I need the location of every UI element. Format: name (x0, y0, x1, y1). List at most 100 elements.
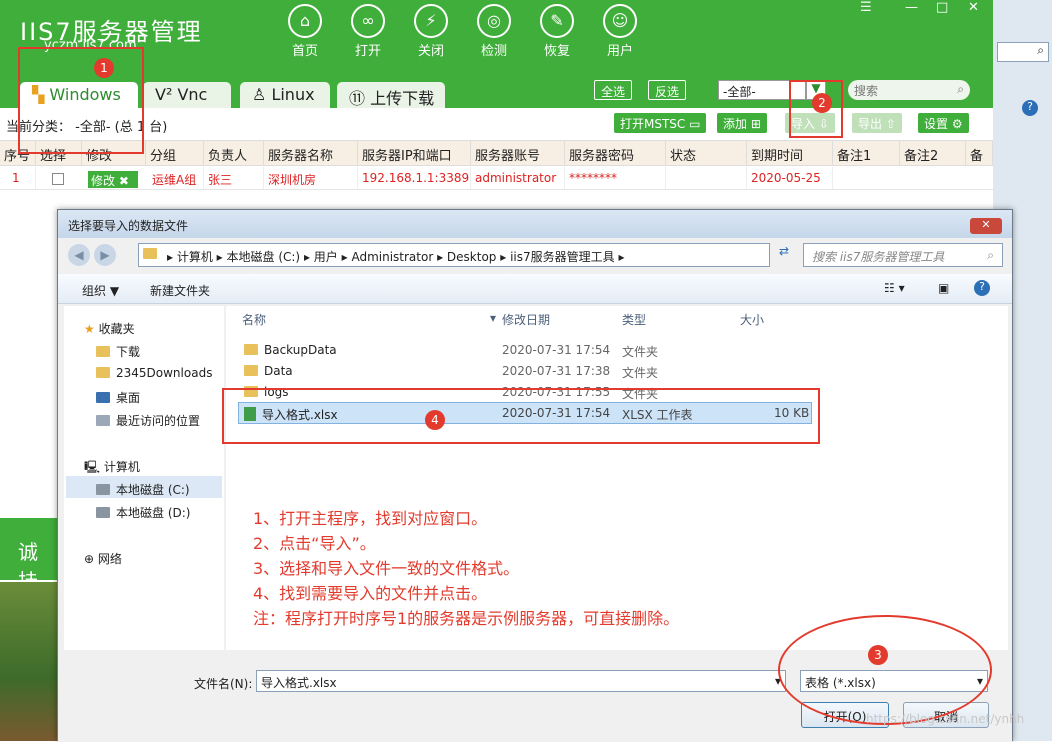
back-icon[interactable]: ◀ (68, 244, 90, 266)
invert-selection-button[interactable]: 反选 (648, 80, 687, 100)
filename-input[interactable]: 导入格式.xlsx ▾ (256, 670, 786, 692)
col-server-name: 服务器名称 (264, 140, 358, 166)
home-icon: ⌂ (288, 4, 322, 38)
network-icon: ⊕ (84, 552, 95, 566)
wrench-icon: ✖ (118, 174, 129, 188)
view-options-icon[interactable]: ☷ ▾ (884, 281, 905, 295)
col-name-header[interactable]: 名称 ▾ (242, 311, 496, 328)
dialog-close-button[interactable]: ✕ (970, 218, 1002, 234)
cell-index: 1 (8, 167, 36, 189)
row-edit-button[interactable]: 修改 ✖ (88, 171, 138, 188)
forward-icon[interactable]: ▶ (94, 244, 116, 266)
col-note3: 备注 (966, 140, 993, 166)
folder-icon (96, 367, 110, 378)
annotation-box-4 (222, 388, 820, 444)
toolbar-home-button[interactable]: ⌂ 首页 (275, 4, 335, 60)
watermark: https://blog.csdn.net/ynhh (866, 712, 1025, 726)
nav-2345downloads[interactable]: 2345Downloads (96, 366, 212, 380)
nav-downloads[interactable]: 下载 (96, 343, 140, 360)
col-status: 状态 (666, 140, 747, 166)
linux-icon: ♙ (252, 85, 267, 104)
tab-upload-download[interactable]: ⑪ 上传下载 (337, 82, 445, 108)
col-type-header[interactable]: 类型 (622, 311, 646, 328)
cell-status (666, 167, 747, 189)
folder-icon (96, 346, 110, 357)
annotation-badge-4: 4 (425, 410, 445, 430)
cell-group: 运维A组 (148, 167, 204, 189)
side-banner: 诚 挂 (0, 518, 58, 593)
gear-icon: ⚙ (951, 117, 963, 131)
close-icon[interactable]: ✕ (968, 0, 979, 15)
maximize-icon[interactable]: □ (936, 0, 948, 15)
export-button[interactable]: 导出 ⇧ (852, 113, 902, 133)
menu-icon[interactable]: ☰ (860, 0, 872, 15)
select-all-button[interactable]: 全选 (594, 80, 633, 100)
nav-drive-d[interactable]: 本地磁盘 (D:) (96, 504, 190, 521)
cell-account: administrator (471, 167, 565, 189)
recent-icon (96, 415, 110, 426)
help-icon[interactable]: ? (1022, 100, 1038, 116)
file-type: 文件夹 (622, 366, 659, 380)
file-type: 文件夹 (622, 345, 659, 359)
preview-pane-icon[interactable]: ▣ (938, 281, 949, 295)
dialog-search-input[interactable]: 搜索 iis7服务器管理工具 ⌕ (803, 243, 1003, 267)
plus-icon: ⊞ (750, 117, 761, 131)
toolbar-open-button[interactable]: ∞ 打开 (338, 4, 398, 60)
nav-desktop[interactable]: 桌面 (96, 389, 140, 406)
bg-search-input[interactable]: ⌕ (997, 42, 1049, 62)
col-account: 服务器账号 (471, 140, 565, 166)
tab-vnc[interactable]: V² Vnc (143, 82, 231, 108)
col-expire: 到期时间 (747, 140, 833, 166)
toolbar-user-button[interactable]: ☺ 用户 (590, 4, 650, 60)
cell-server-name: 深圳机房 (264, 167, 358, 189)
open-mstsc-button[interactable]: 打开MSTSC ▭ (614, 113, 707, 133)
upload-icon: ⇧ (885, 117, 896, 131)
row-checkbox[interactable] (52, 173, 64, 185)
nav-network[interactable]: ⊕ 网络 (84, 550, 122, 567)
dialog-titlebar: 选择要导入的数据文件 (58, 210, 1012, 238)
cell-server-ip: 192.168.1.1:3389 (358, 167, 471, 189)
nav-recent-places[interactable]: 最近访问的位置 (96, 412, 200, 429)
annotation-ellipse-3 (778, 615, 992, 725)
drive-icon (96, 507, 110, 518)
user-icon: ☺ (603, 4, 637, 38)
search-icon: ⌕ (957, 82, 964, 96)
cell-expire: 2020-05-25 (747, 167, 833, 189)
tab-linux[interactable]: ♙ Linux (240, 82, 330, 108)
col-date-header[interactable]: 修改日期 (502, 311, 550, 328)
annotation-badge-1: 1 (94, 58, 114, 78)
dialog-title: 选择要导入的数据文件 (68, 219, 189, 233)
search-icon: ⌕ (1037, 43, 1044, 57)
search-input[interactable]: 搜索 ⌕ (848, 80, 970, 100)
organize-button[interactable]: 组织 ▼ (82, 282, 119, 299)
nav-drive-c[interactable]: 本地磁盘 (C:) (96, 481, 190, 498)
computer-icon: 🖳 (84, 460, 101, 474)
refresh-icon[interactable]: ⇄ (772, 244, 796, 266)
file-row-backupdata[interactable]: BackupData (244, 343, 337, 357)
folder-icon (143, 247, 163, 261)
detect-icon: ◎ (477, 4, 511, 38)
file-row-data[interactable]: Data (244, 364, 293, 378)
file-date: 2020-07-31 17:38 (502, 364, 611, 378)
nav-favorites[interactable]: ★ 收藏夹 (84, 320, 135, 337)
new-folder-button[interactable]: 新建文件夹 (150, 282, 210, 299)
folder-icon (244, 344, 258, 355)
link-icon: ∞ (351, 4, 385, 38)
drive-icon (96, 484, 110, 495)
toolbar-restore-button[interactable]: ✎ 恢复 (527, 4, 587, 60)
vnc-icon: V² (155, 85, 173, 104)
col-size-header[interactable]: 大小 (740, 311, 764, 328)
toolbar-detect-button[interactable]: ◎ 检测 (464, 4, 524, 60)
unlink-icon: ⚡ (414, 4, 448, 38)
add-button[interactable]: 添加 ⊞ (717, 113, 767, 133)
file-date: 2020-07-31 17:54 (502, 343, 611, 357)
minimize-icon[interactable]: — (905, 0, 918, 15)
col-owner: 负责人 (204, 140, 264, 166)
help-icon[interactable]: ? (974, 280, 990, 296)
desktop-icon (96, 392, 110, 403)
address-bar[interactable]: ▸ 计算机 ▸ 本地磁盘 (C:) ▸ 用户 ▸ Administrator ▸… (138, 243, 770, 267)
transfer-icon: ⑪ (349, 89, 366, 108)
col-group: 分组 (146, 140, 204, 166)
settings-button[interactable]: 设置 ⚙ (918, 113, 969, 133)
toolbar-close-button[interactable]: ⚡ 关闭 (401, 4, 461, 60)
